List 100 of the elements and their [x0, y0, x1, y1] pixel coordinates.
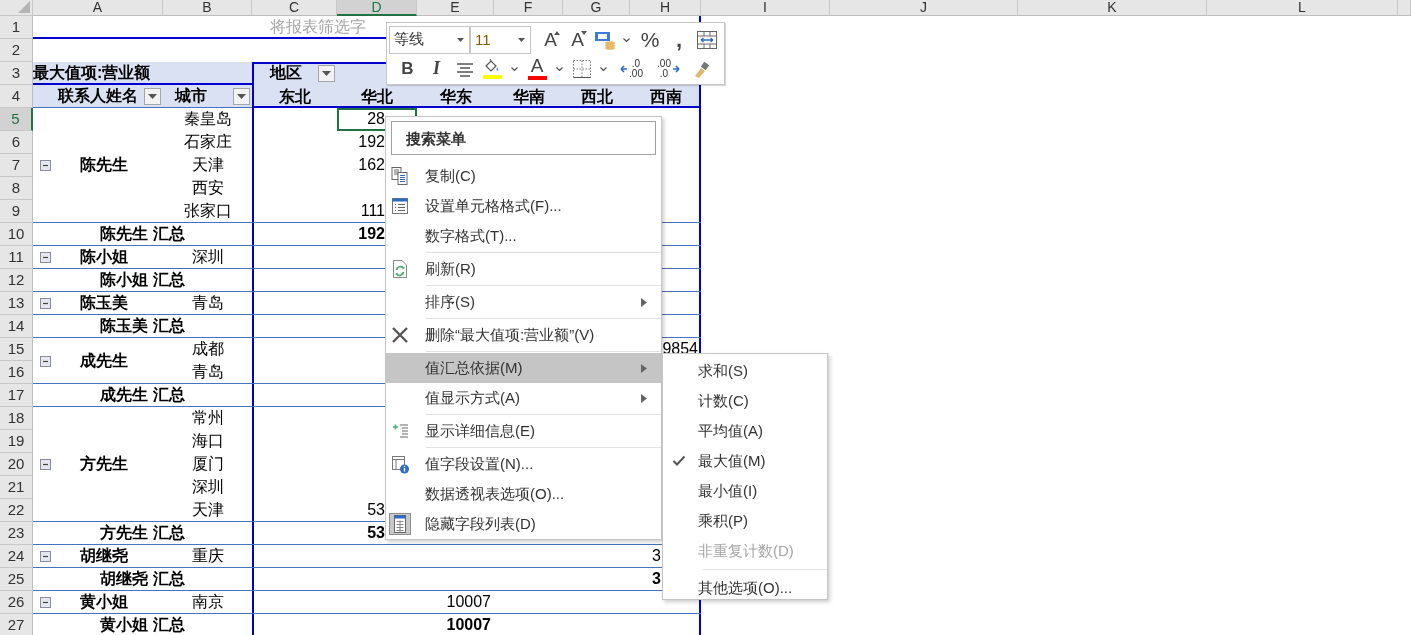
column-header[interactable]: I — [701, 0, 830, 16]
collapse-icon[interactable] — [40, 551, 51, 562]
menu-item[interactable]: 乘积(P) — [663, 506, 827, 536]
merge-cells-icon — [695, 29, 718, 50]
menu-item[interactable]: 复制(C) — [386, 161, 661, 191]
column-label: 华南 — [512, 87, 545, 107]
menu-item[interactable]: 最小值(I) — [663, 476, 827, 506]
collapse-icon[interactable] — [40, 459, 51, 470]
close-icon — [390, 325, 410, 345]
menu-item[interactable]: 求和(S) — [663, 356, 827, 386]
menu-item[interactable]: 隐藏字段列表(D) — [386, 509, 661, 539]
menu-item[interactable]: 计数(C) — [663, 386, 827, 416]
increase-decimal-button[interactable]: .0 .00 — [612, 54, 650, 83]
percent-style-button[interactable]: % — [635, 25, 665, 54]
table-cell-text: 192 — [358, 132, 385, 152]
menu-item[interactable]: 值显示方式(A) — [386, 383, 661, 413]
column-header[interactable]: K — [1018, 0, 1207, 16]
column-header[interactable]: C — [252, 0, 337, 16]
column-header[interactable]: D — [337, 0, 417, 16]
row-header[interactable]: 7 — [0, 154, 33, 177]
increase-font-size-button[interactable]: A — [537, 25, 564, 54]
menu-item[interactable]: 数据透视表选项(O)... — [386, 479, 661, 509]
chevron-down-icon — [556, 66, 563, 71]
row-header[interactable]: 19 — [0, 430, 33, 453]
menu-item[interactable]: 显示详细信息(E) — [386, 416, 661, 446]
cell-format-icon — [390, 196, 410, 216]
menu-item[interactable]: 刷新(R) — [386, 254, 661, 284]
row-header[interactable]: 14 — [0, 315, 33, 338]
column-header[interactable]: B — [163, 0, 252, 16]
table-cell-text: 3 — [652, 546, 661, 566]
subtotal-label: 陈先生 汇总 — [100, 224, 185, 244]
menu-item[interactable]: 数字格式(T)... — [386, 221, 661, 251]
row-header[interactable]: 15 — [0, 338, 33, 361]
row-header[interactable]: 9 — [0, 200, 33, 223]
row-label: 陈玉美 — [80, 293, 128, 313]
row-header[interactable]: 3 — [0, 62, 33, 85]
column-label: 西北 — [580, 87, 613, 107]
table-cell-text: 深圳 — [191, 477, 224, 497]
table-cell-text: 10007 — [446, 615, 492, 635]
menu-item[interactable]: 平均值(A) — [663, 416, 827, 446]
italic-button[interactable]: I — [422, 54, 451, 83]
row-header[interactable]: 16 — [0, 361, 33, 384]
row-header[interactable]: 20 — [0, 453, 33, 476]
column-header[interactable]: F — [494, 0, 563, 16]
menu-item[interactable]: 设置单元格格式(F)... — [386, 191, 661, 221]
row-header[interactable]: 21 — [0, 476, 33, 499]
column-header[interactable]: J — [830, 0, 1018, 16]
bold-button[interactable]: B — [393, 54, 422, 83]
search-field[interactable]: 搜索菜单 — [391, 121, 656, 155]
table-cell-text: 南京 — [191, 592, 224, 612]
row-header[interactable]: 17 — [0, 384, 33, 407]
row-header[interactable]: 22 — [0, 499, 33, 522]
column-header[interactable]: G — [563, 0, 630, 16]
row-header[interactable]: 1 — [0, 16, 33, 39]
row-header[interactable]: 18 — [0, 407, 33, 430]
row-header[interactable]: 12 — [0, 269, 33, 292]
menu-item[interactable]: 其他选项(O)... — [663, 573, 827, 603]
table-cell-text: 3 — [652, 569, 661, 589]
collapse-icon[interactable] — [40, 160, 51, 171]
column-header[interactable]: A — [33, 0, 163, 16]
table-cell-text: 成都 — [191, 339, 224, 359]
row-header[interactable]: 25 — [0, 568, 33, 591]
row-header[interactable]: 10 — [0, 223, 33, 246]
collapse-icon[interactable] — [40, 252, 51, 263]
menu-item[interactable]: 排序(S) — [386, 287, 661, 317]
font-color-button[interactable]: A — [523, 54, 551, 83]
decrease-font-size-button[interactable]: A — [564, 25, 591, 54]
table-cell-text: 厦门 — [191, 454, 224, 474]
row-header[interactable]: 27 — [0, 614, 33, 635]
font-size-dropdown[interactable]: 11 — [470, 25, 531, 54]
menu-item[interactable]: 最大值(M) — [663, 446, 827, 476]
menu-item[interactable]: 值汇总依据(M) — [386, 353, 661, 383]
row-header[interactable]: 6 — [0, 131, 33, 154]
row-header[interactable]: 24 — [0, 545, 33, 568]
collapse-icon[interactable] — [40, 298, 51, 309]
subtotal-label: 方先生 汇总 — [100, 523, 185, 543]
table-cell-text: 海口 — [191, 431, 224, 451]
row-header[interactable]: 11 — [0, 246, 33, 269]
row-header[interactable]: 23 — [0, 522, 33, 545]
font-dropdown[interactable]: 等线 — [389, 25, 470, 54]
row-header[interactable]: 26 — [0, 591, 33, 614]
caret-down-icon — [457, 37, 464, 42]
column-header[interactable]: H — [630, 0, 701, 16]
column-label: 东北 — [278, 87, 311, 107]
row-header[interactable]: 2 — [0, 39, 33, 62]
table-cell-text: 秦皇岛 — [183, 109, 232, 129]
column-header[interactable]: L — [1207, 0, 1398, 16]
row-header[interactable]: 8 — [0, 177, 33, 200]
comma-style-button[interactable]: , — [665, 25, 693, 54]
row-header[interactable]: 13 — [0, 292, 33, 315]
column-header[interactable]: E — [417, 0, 494, 16]
row-header[interactable]: 4 — [0, 85, 33, 108]
caret-down-icon — [148, 93, 157, 99]
collapse-icon[interactable] — [40, 597, 51, 608]
menu-item[interactable]: 删除“最大值项:营业额”(V) — [386, 320, 661, 350]
collapse-icon[interactable] — [40, 355, 51, 367]
menu-item[interactable]: 值字段设置(N)... — [386, 449, 661, 479]
table-cell-text: 青岛 — [191, 362, 224, 382]
decrease-decimal-button[interactable]: .00 .0 — [650, 54, 688, 83]
row-header[interactable]: 5 — [0, 108, 33, 131]
